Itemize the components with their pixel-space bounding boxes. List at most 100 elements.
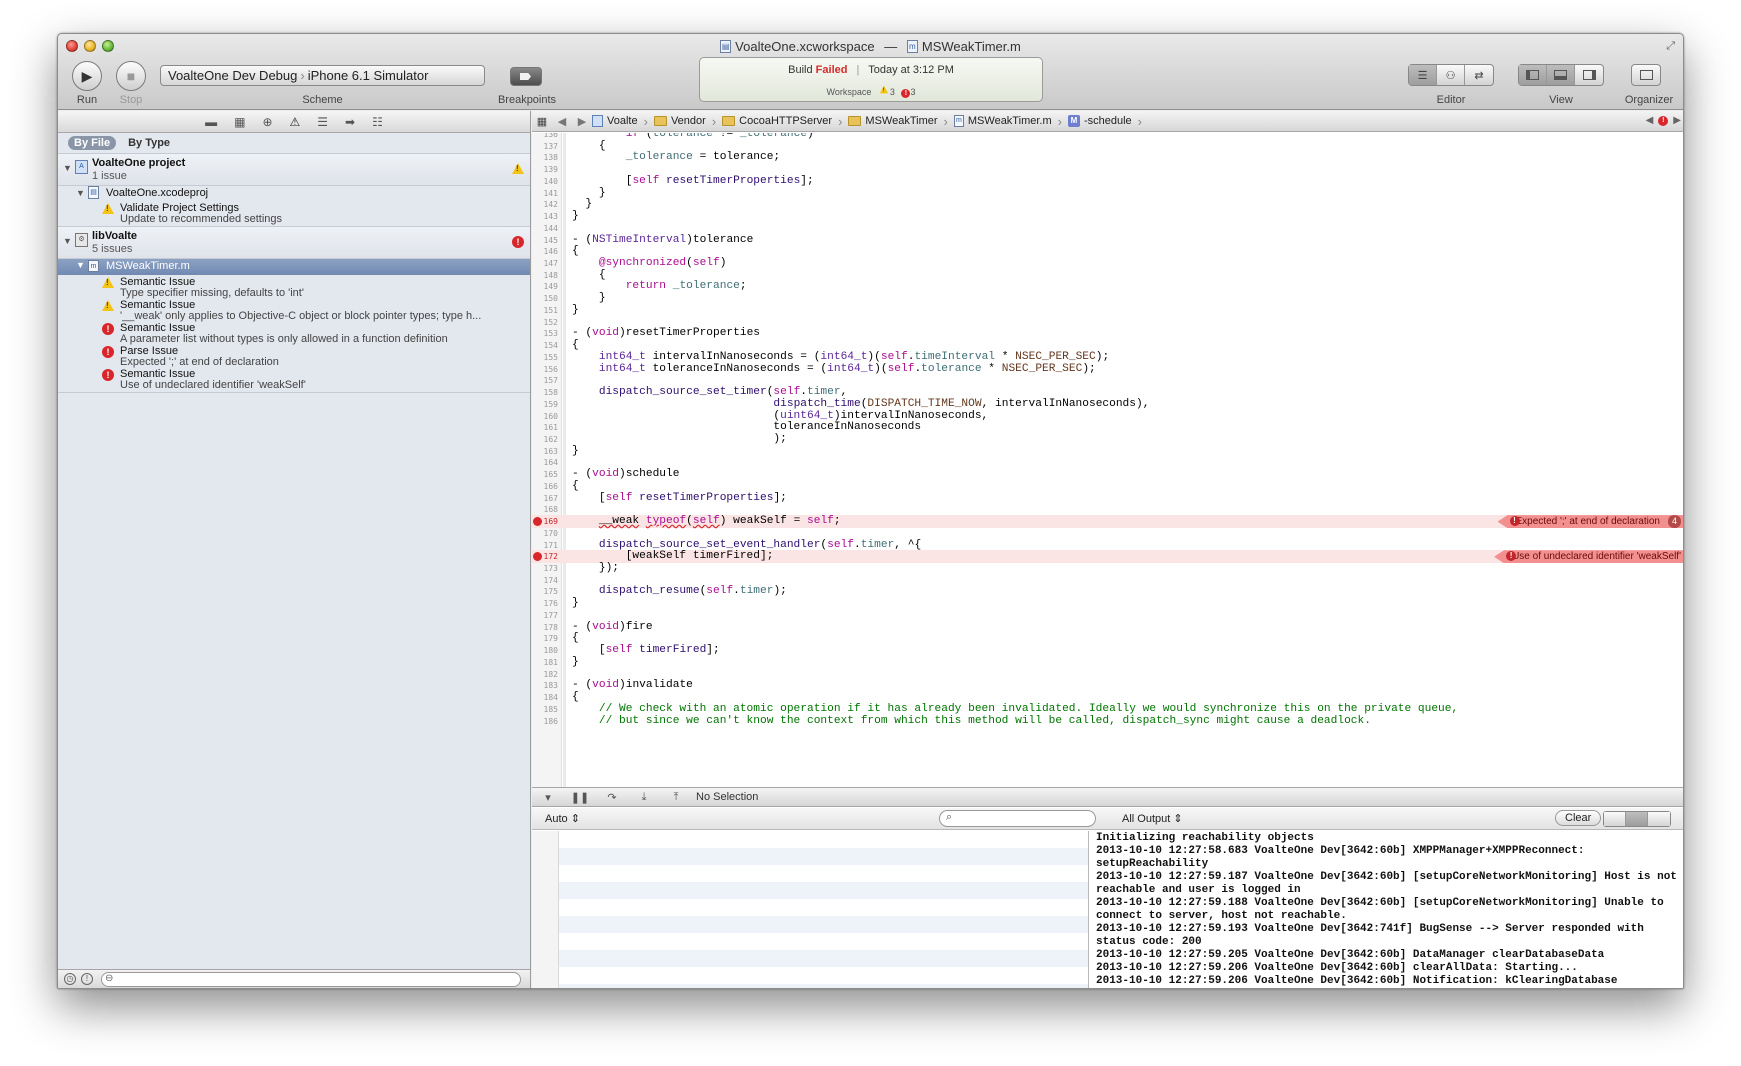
issue-row[interactable]: ! Parse Issue Expected ';' at end of dec… bbox=[58, 344, 530, 368]
step-over-icon[interactable]: ↷ bbox=[596, 791, 628, 804]
step-into-icon[interactable]: ⤓ bbox=[628, 791, 660, 804]
console-output[interactable]: Initializing reachability objects 2013-10… bbox=[1090, 831, 1683, 988]
crumb-label: -schedule bbox=[1083, 115, 1132, 127]
issue-row[interactable]: Semantic Issue Type specifier missing, d… bbox=[58, 275, 530, 299]
code-area[interactable]: 136 if (tolerance != _tolerance) 137 {138… bbox=[532, 133, 1683, 787]
crumb-cocoahttpserver[interactable]: CocoaHTTPServer bbox=[722, 114, 848, 129]
next-issue-icon[interactable]: ▶ bbox=[1673, 115, 1681, 126]
related-items-icon[interactable]: ▦ bbox=[532, 115, 552, 128]
group-subtitle: 5 issues bbox=[92, 243, 133, 255]
crumb-label: MSWeakTimer.m bbox=[967, 115, 1052, 127]
file-row-selected[interactable]: ▼ m MSWeakTimer.m bbox=[58, 259, 530, 275]
view-control[interactable] bbox=[1518, 64, 1604, 86]
variables-only-icon[interactable] bbox=[1604, 812, 1626, 826]
stop-icon: ■ bbox=[126, 68, 136, 84]
run-button[interactable]: ▶ bbox=[72, 61, 102, 91]
editor-mode-control[interactable]: ☰ ⚇ ⇄ bbox=[1408, 64, 1494, 86]
by-file-button[interactable]: By File bbox=[68, 136, 117, 150]
error-icon: ! bbox=[102, 323, 114, 335]
crumb-method[interactable]: M -schedule bbox=[1067, 114, 1148, 129]
xcodeproj-icon: ▤ bbox=[88, 186, 99, 199]
crumb-file[interactable]: m MSWeakTimer.m bbox=[953, 114, 1068, 129]
project-navigator-icon[interactable]: ▬ bbox=[205, 115, 217, 129]
warning-icon bbox=[879, 85, 889, 94]
log-navigator-icon[interactable]: ☷ bbox=[372, 115, 383, 129]
organizer-label: Organizer bbox=[1624, 94, 1674, 106]
step-out-icon[interactable]: ⤒ bbox=[660, 791, 692, 804]
standard-editor-icon[interactable]: ☰ bbox=[1409, 65, 1437, 85]
utilities-toggle-icon[interactable] bbox=[1575, 65, 1603, 85]
group-title: VoalteOne project bbox=[92, 157, 186, 169]
previous-issue-icon[interactable]: ◀ bbox=[1646, 115, 1654, 126]
thread-selection[interactable]: No Selection bbox=[696, 791, 758, 803]
issue-row[interactable]: ! Semantic Issue Use of undeclared ident… bbox=[58, 367, 530, 393]
library-icon: ⚙ bbox=[75, 233, 88, 247]
errors-only-filter-icon[interactable]: ! bbox=[81, 973, 93, 985]
disclosure-triangle-icon[interactable]: ▼ bbox=[63, 163, 72, 173]
issue-row[interactable]: ! Semantic Issue A parameter list withou… bbox=[58, 321, 530, 345]
line-number: 186 bbox=[543, 716, 558, 726]
stop-button[interactable]: ■ bbox=[116, 61, 146, 91]
folder-icon bbox=[722, 116, 736, 126]
source-editor: ▦ ◀ ▶ Voalte Vendor CocoaHTTPServer MSWe… bbox=[532, 111, 1683, 988]
navigator-toggle-icon[interactable] bbox=[1519, 65, 1547, 85]
console-only-icon[interactable] bbox=[1648, 812, 1670, 826]
code-line[interactable]: 186 // but since we can't know the conte… bbox=[532, 715, 1683, 728]
issue-row[interactable]: Semantic Issue '__weak' only applies to … bbox=[58, 298, 530, 322]
workspace-issues[interactable]: Workspace 3 !3 bbox=[700, 84, 1042, 98]
scheme-label: Scheme bbox=[302, 94, 343, 106]
popup-arrows-icon: ⇕ bbox=[1173, 813, 1183, 825]
clear-console-button[interactable]: Clear bbox=[1555, 810, 1602, 826]
file-name: VoalteOne.xcodeproj bbox=[106, 187, 209, 199]
console-line: 2013-10-10 12:27:59.206 VoalteOne Dev[36… bbox=[1096, 975, 1618, 987]
issue-stepper: ◀ ! ▶ bbox=[1646, 115, 1681, 126]
recent-filter-icon[interactable]: ◷ bbox=[64, 973, 76, 985]
crumb-vendor[interactable]: Vendor bbox=[653, 114, 722, 129]
crumb-label: MSWeakTimer bbox=[865, 115, 938, 127]
warning-icon bbox=[102, 203, 114, 214]
console-line: 2013-10-10 12:27:58.683 VoalteOne Dev[36… bbox=[1096, 845, 1592, 870]
issue-navigator-icon[interactable]: ⚠ bbox=[290, 115, 301, 129]
organizer-icon[interactable] bbox=[1632, 65, 1660, 85]
fullscreen-icon[interactable]: ⤢ bbox=[1666, 40, 1675, 53]
pause-icon[interactable]: ❚❚ bbox=[564, 791, 596, 804]
debug-navigator-icon[interactable]: ☰ bbox=[317, 115, 328, 129]
breakpoints-button[interactable] bbox=[510, 67, 542, 86]
search-navigator-icon[interactable]: ⊕ bbox=[262, 115, 272, 129]
assistant-editor-icon[interactable]: ⚇ bbox=[1437, 65, 1465, 85]
organizer-button[interactable] bbox=[1631, 64, 1661, 86]
file-row[interactable]: ▼ ▤ VoalteOne.xcodeproj bbox=[58, 186, 530, 201]
issue-group-libvoalte[interactable]: ▼ ⚙ libVoalte 5 issues ! bbox=[58, 227, 530, 259]
issue-row[interactable]: Validate Project Settings Update to reco… bbox=[58, 201, 530, 227]
output-scope-popup[interactable]: All Output ⇕ bbox=[1122, 812, 1183, 825]
forward-arrow-icon[interactable]: ▶ bbox=[572, 115, 592, 128]
debug-layout-control[interactable] bbox=[1603, 811, 1671, 827]
group-title: libVoalte bbox=[92, 230, 138, 242]
version-editor-icon[interactable]: ⇄ bbox=[1465, 65, 1493, 85]
crumb-project[interactable]: Voalte bbox=[592, 114, 654, 129]
issue-group-project[interactable]: ▼ A VoalteOne project 1 issue bbox=[58, 154, 530, 186]
variables-search-input[interactable]: ⌕ bbox=[939, 810, 1096, 827]
symbol-navigator-icon[interactable]: ▦ bbox=[234, 115, 245, 129]
disclosure-triangle-icon[interactable]: ▼ bbox=[76, 188, 85, 198]
variables-view[interactable] bbox=[532, 831, 1089, 988]
back-arrow-icon[interactable]: ◀ bbox=[552, 115, 572, 128]
split-view-icon[interactable] bbox=[1626, 812, 1648, 826]
by-type-button[interactable]: By Type bbox=[122, 136, 176, 150]
variables-scope-popup[interactable]: Auto ⇕ bbox=[545, 812, 580, 825]
scheme-popup[interactable]: VoalteOne Dev Debug › iPhone 6.1 Simulator bbox=[160, 65, 485, 86]
title-separator: — bbox=[884, 39, 898, 55]
method-icon: M bbox=[1067, 115, 1080, 127]
issue-navigator: ▬ ▦ ⊕ ⚠ ☰ ➡ ☷ By File By Type ▼ A Voalte… bbox=[58, 111, 531, 988]
crumb-msweaktimer-folder[interactable]: MSWeakTimer bbox=[848, 114, 953, 129]
disclosure-triangle-icon[interactable]: ▼ bbox=[76, 260, 85, 270]
folder-icon bbox=[653, 116, 667, 126]
debug-toggle-icon[interactable] bbox=[1547, 65, 1575, 85]
navigator-filter-input[interactable]: ⊖ bbox=[101, 972, 521, 987]
build-status: Build Failed | Today at 3:12 PM bbox=[700, 64, 1042, 76]
hide-debug-area-icon[interactable]: ▾ bbox=[532, 791, 564, 804]
disclosure-triangle-icon[interactable]: ▼ bbox=[63, 236, 72, 246]
navigator-tabs: ▬ ▦ ⊕ ⚠ ☰ ➡ ☷ bbox=[58, 111, 530, 133]
scheme-separator-icon: › bbox=[300, 68, 305, 83]
breakpoint-navigator-icon[interactable]: ➡ bbox=[345, 115, 355, 129]
